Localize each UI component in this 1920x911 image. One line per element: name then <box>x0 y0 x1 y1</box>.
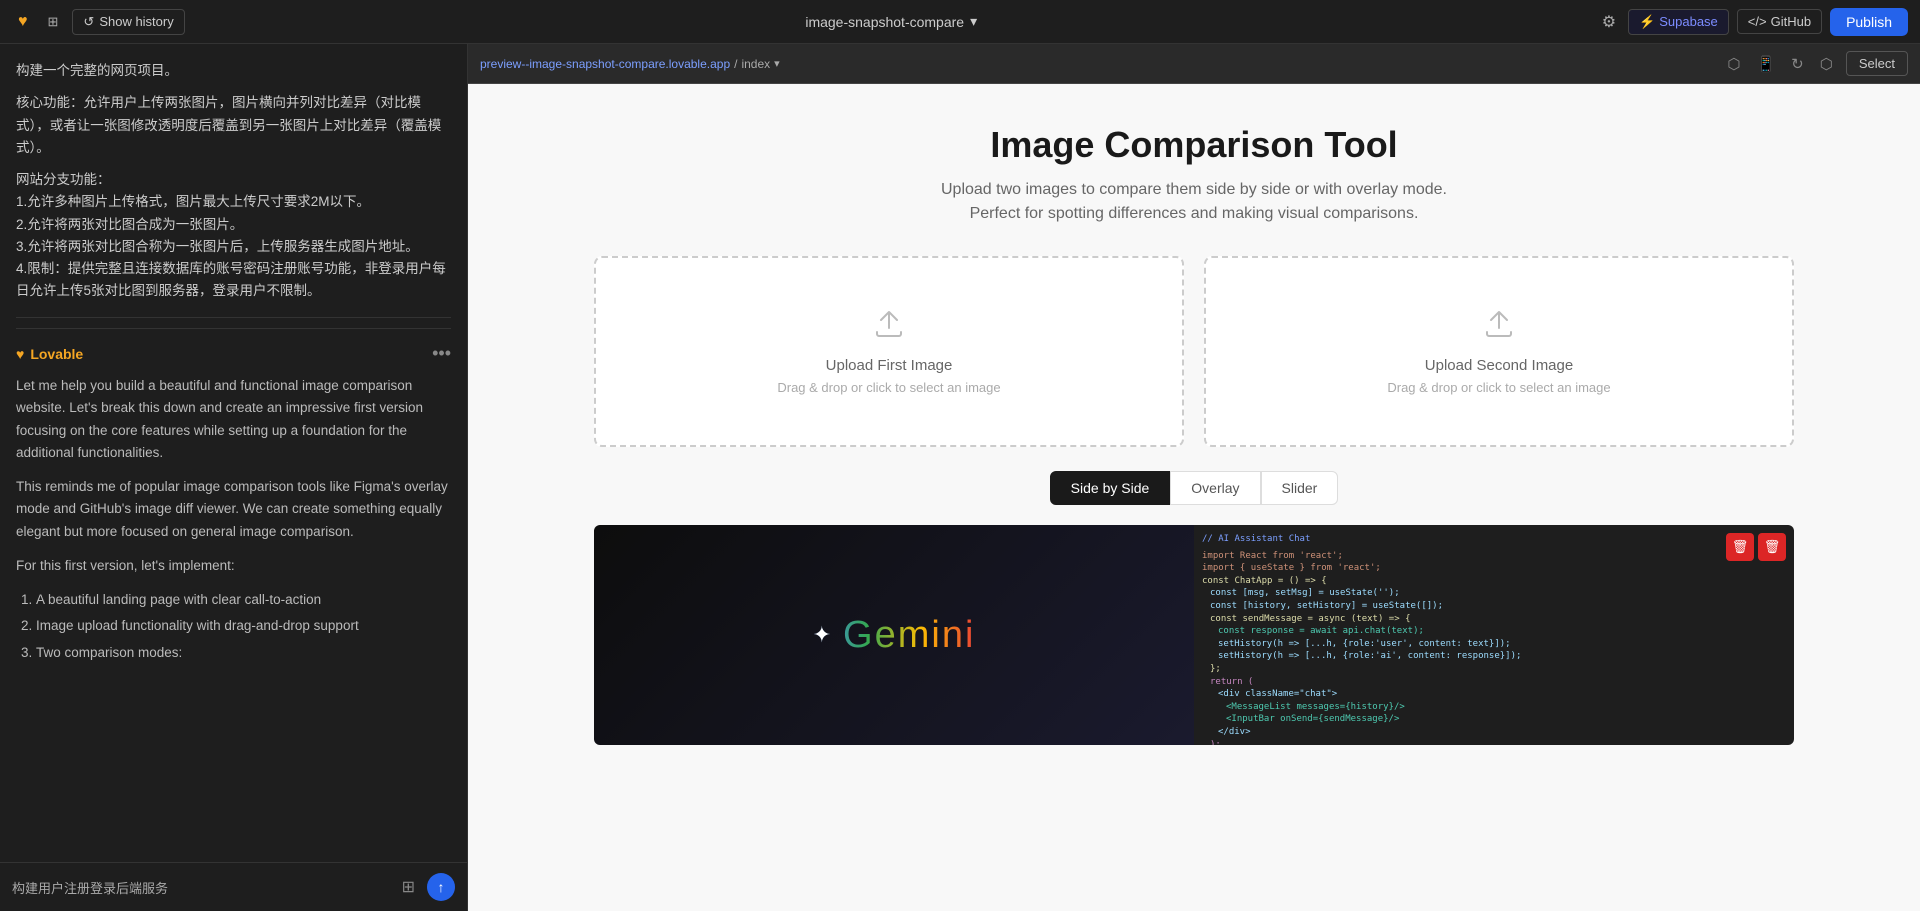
supabase-icon: ⚡ <box>1639 14 1655 30</box>
layout-icon-button[interactable]: ⊞ <box>42 10 65 34</box>
top-navbar: ♥ ⊞ ↺ Show history image-snapshot-compar… <box>0 0 1920 44</box>
tool-header: Image Comparison Tool Upload two images … <box>488 124 1900 226</box>
github-label: GitHub <box>1771 14 1811 29</box>
bottom-input-area: 构建用户注册登录后端服务 ⊞ ↑ <box>0 862 467 911</box>
preview-url-link[interactable]: preview--image-snapshot-compare.lovable.… <box>480 57 730 71</box>
share-button[interactable]: ⬡ <box>1817 52 1836 76</box>
delete-right-button[interactable]: 🗑 <box>1758 533 1786 561</box>
supabase-label: Supabase <box>1659 14 1718 29</box>
upload-second-label: Upload Second Image <box>1226 357 1772 374</box>
left-panel-content: 构建一个完整的网页项目。 核心功能：允许用户上传两张图片，图片横向并列对比差异（… <box>0 44 467 862</box>
delete-buttons: 🗑 🗑 <box>1726 533 1786 561</box>
layout-icon: ⊞ <box>48 14 59 30</box>
lovable-name: ♥ Lovable <box>16 343 83 365</box>
more-options-button[interactable]: ••• <box>432 343 451 364</box>
code-image: // AI Assistant Chat import React from '… <box>1194 525 1794 745</box>
nav-right: ⚙ ⚡ Supabase </> GitHub Publish <box>1598 8 1908 36</box>
trash-icon-left: 🗑 <box>1732 539 1749 555</box>
preview-url: preview--image-snapshot-compare.lovable.… <box>480 57 780 71</box>
show-history-label: Show history <box>99 14 173 29</box>
preview-content: Image Comparison Tool Upload two images … <box>468 84 1920 911</box>
lovable-para-2: This reminds me of popular image compari… <box>16 476 451 543</box>
image-compare-row: ✦ Gemini // AI Assistant Chat import Rea… <box>594 525 1794 745</box>
nav-center: image-snapshot-compare ▾ <box>805 13 977 30</box>
preview-bar-right: ⬡ 📱 ↻ ⬡ Select <box>1724 51 1908 76</box>
gemini-star-icon: ✦ <box>813 624 833 646</box>
history-icon: ↺ <box>83 14 94 30</box>
lovable-list-1: A beautiful landing page with clear call… <box>36 589 451 664</box>
lovable-body: Let me help you build a beautiful and fu… <box>16 375 451 664</box>
list-item-1: A beautiful landing page with clear call… <box>36 589 451 611</box>
trash-icon-right: 🗑 <box>1764 539 1781 555</box>
gear-icon: ⚙ <box>1602 14 1616 31</box>
send-button[interactable]: ↑ <box>427 873 455 901</box>
send-icon: ↑ <box>438 879 445 895</box>
tool-title: Image Comparison Tool <box>488 124 1900 166</box>
delete-left-button[interactable]: 🗑 <box>1726 533 1754 561</box>
tool-subtitle: Upload two images to compare them side b… <box>894 178 1494 226</box>
publish-label: Publish <box>1846 14 1892 30</box>
tab-side-by-side[interactable]: Side by Side <box>1050 471 1171 505</box>
gemini-image: ✦ Gemini <box>594 525 1194 745</box>
url-separator: / <box>734 57 737 71</box>
bottom-actions: ⊞ ↑ <box>398 873 455 901</box>
heart-icon-button[interactable]: ♥ <box>12 9 34 35</box>
main-area: 构建一个完整的网页项目。 核心功能：允许用户上传两张图片，图片横向并列对比差异（… <box>0 44 1920 911</box>
upload-second-hint: Drag & drop or click to select an image <box>1226 380 1772 395</box>
user-input-text: 构建用户注册登录后端服务 <box>12 878 168 897</box>
github-button[interactable]: </> GitHub <box>1737 9 1822 34</box>
divider <box>16 317 451 318</box>
upload-first-icon <box>616 308 1162 347</box>
project-title: image-snapshot-compare <box>805 14 964 30</box>
user-message-1: 构建一个完整的网页项目。 核心功能：允许用户上传两张图片，图片横向并列对比差异（… <box>16 60 451 303</box>
list-item-3: Two comparison modes: <box>36 642 451 664</box>
lovable-message: ♥ Lovable ••• Let me help you build a be… <box>16 328 451 664</box>
gemini-logo: ✦ Gemini <box>813 614 976 657</box>
upload-first-hint: Drag & drop or click to select an image <box>616 380 1162 395</box>
list-item-2: Image upload functionality with drag-and… <box>36 615 451 637</box>
settings-button[interactable]: ⚙ <box>1598 8 1620 36</box>
upload-second-icon <box>1226 308 1772 347</box>
lovable-header: ♥ Lovable ••• <box>16 343 451 365</box>
publish-button[interactable]: Publish <box>1830 8 1908 36</box>
mobile-view-button[interactable]: 📱 <box>1753 52 1778 76</box>
image-left-panel: ✦ Gemini <box>594 525 1194 745</box>
tab-overlay[interactable]: Overlay <box>1170 471 1260 505</box>
right-panel: preview--image-snapshot-compare.lovable.… <box>468 44 1920 911</box>
dropdown-icon: ▾ <box>970 13 977 30</box>
supabase-button[interactable]: ⚡ Supabase <box>1628 9 1729 35</box>
external-link-button[interactable]: ⬡ <box>1724 52 1743 76</box>
lovable-para-3: For this first version, let's implement: <box>16 555 451 577</box>
upload-first-label: Upload First Image <box>616 357 1162 374</box>
lovable-heart-icon: ♥ <box>16 343 24 365</box>
gemini-text: Gemini <box>843 614 975 657</box>
preview-bar: preview--image-snapshot-compare.lovable.… <box>468 44 1920 84</box>
tab-slider[interactable]: Slider <box>1261 471 1339 505</box>
left-panel: 构建一个完整的网页项目。 核心功能：允许用户上传两张图片，图片横向并列对比差异（… <box>0 44 468 911</box>
image-icon: ⊞ <box>402 879 415 896</box>
page-name: index <box>741 57 770 71</box>
heart-icon: ♥ <box>18 13 28 31</box>
upload-row: Upload First Image Drag & drop or click … <box>594 256 1794 447</box>
page-chevron: ▾ <box>774 57 780 70</box>
show-history-button[interactable]: ↺ Show history <box>72 9 184 35</box>
select-button[interactable]: Select <box>1846 51 1908 76</box>
comparison-tabs: Side by Side Overlay Slider <box>594 471 1794 505</box>
nav-left: ♥ ⊞ ↺ Show history <box>12 9 185 35</box>
image-right-panel: // AI Assistant Chat import React from '… <box>1194 525 1794 745</box>
attach-image-button[interactable]: ⊞ <box>398 873 419 901</box>
lovable-para-1: Let me help you build a beautiful and fu… <box>16 375 451 464</box>
refresh-button[interactable]: ↻ <box>1788 52 1807 76</box>
upload-first-box[interactable]: Upload First Image Drag & drop or click … <box>594 256 1184 447</box>
upload-second-box[interactable]: Upload Second Image Drag & drop or click… <box>1204 256 1794 447</box>
github-icon: </> <box>1748 14 1767 29</box>
